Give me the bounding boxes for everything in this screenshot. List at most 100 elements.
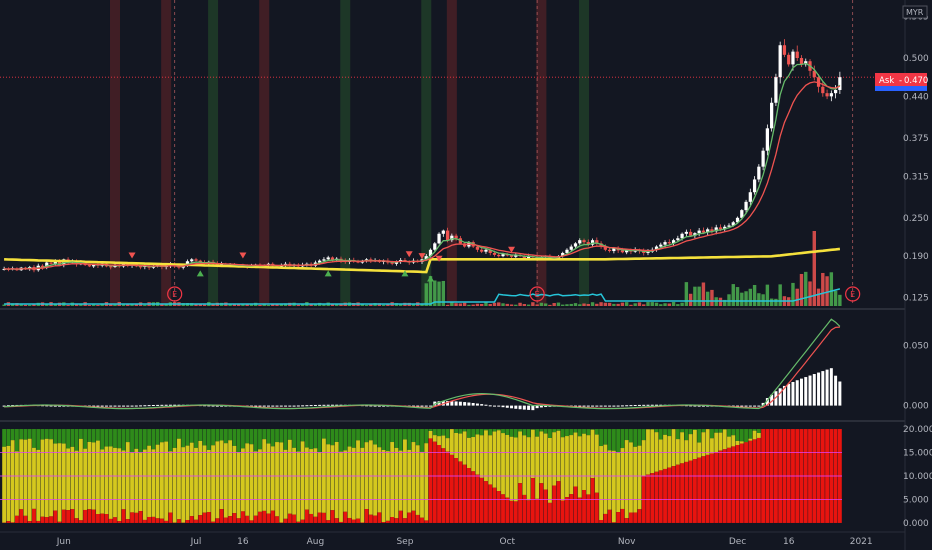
oscillator-bar-top — [513, 429, 518, 438]
oscillator-bar-mid — [394, 447, 399, 519]
oscillator-bar-low — [15, 515, 19, 523]
oscillator-bar-mid — [496, 430, 501, 492]
oscillator-bar-low — [752, 439, 757, 523]
volume-bar — [484, 302, 488, 306]
oscillator-bar-top — [155, 429, 160, 445]
macd-histogram-bar — [787, 383, 791, 406]
oscillator-bar-low — [611, 522, 616, 523]
oscillator-bar-low — [437, 445, 441, 523]
candle-body — [441, 230, 445, 234]
oscillator-bar-mid — [586, 435, 591, 495]
oscillator-bar-top — [710, 429, 714, 439]
volume-bar — [471, 304, 475, 306]
volume-bar — [599, 302, 603, 306]
oscillator-bar-top — [445, 429, 450, 439]
oscillator-bar-mid — [513, 437, 518, 502]
candle-body — [109, 266, 113, 268]
macd-histogram-bar — [305, 405, 309, 407]
oscillator-bar-mid — [266, 443, 271, 514]
macd-histogram-bar — [313, 404, 317, 406]
oscillator-bar-low — [44, 517, 49, 523]
oscillator-bar-low — [701, 456, 706, 523]
oscillator-bar-top — [620, 429, 625, 449]
oscillator-bar-mid — [240, 448, 245, 512]
macd-histogram-bar — [292, 405, 296, 407]
volume-bar — [381, 304, 386, 306]
volume-bar — [646, 302, 650, 306]
oscillator-bar-low — [552, 485, 557, 523]
candle-body — [480, 249, 484, 252]
macd-histogram-bar — [488, 405, 492, 407]
oscillator-bar-top — [262, 429, 267, 440]
price-axis-tick: 0.315 — [903, 172, 929, 182]
oscillator-bar-low — [415, 514, 420, 523]
oscillator-bar-mid — [113, 447, 117, 518]
oscillator-bar-top — [667, 429, 672, 437]
candle-body — [578, 240, 582, 244]
oscillator-bar-top — [420, 429, 424, 452]
volume-bar — [573, 303, 578, 306]
oscillator-bar-top — [2, 429, 7, 447]
oscillator-bar-low — [688, 460, 693, 523]
oscillator-bar-mid — [624, 440, 629, 519]
oscillator-bar-mid — [177, 438, 181, 520]
oscillator-axis-tick: 15.000 — [903, 449, 932, 459]
oscillator-bar-low — [283, 518, 288, 523]
time-axis[interactable]: Jun Jul 16 Aug Sep Oct Nov Dec 16 2021 — [56, 537, 873, 547]
oscillator-bar-mid — [488, 435, 493, 485]
oscillator-bar-top — [66, 429, 71, 449]
macd-histogram-bar — [471, 403, 475, 406]
volume-bar — [531, 302, 535, 306]
oscillator-bar-top — [44, 429, 49, 439]
oscillator-bar-mid — [202, 445, 207, 513]
oscillator-bar-mid — [245, 443, 250, 516]
macd-histogram-bar — [804, 377, 808, 406]
macd-histogram-bar — [778, 388, 782, 406]
oscillator-bar-mid — [658, 439, 663, 471]
oscillator-bar-low — [675, 464, 680, 523]
buy-signal-marker — [196, 270, 204, 277]
oscillator-bar-top — [479, 429, 484, 436]
oscillator-bar-top — [411, 429, 416, 443]
oscillator-bar-low — [739, 443, 744, 523]
oscillator-bar-low — [599, 519, 604, 523]
oscillator-bar-low — [411, 510, 416, 523]
oscillator-bar-mid — [151, 449, 156, 517]
oscillator-bar-mid — [15, 451, 19, 516]
oscillator-bar-low — [309, 513, 314, 523]
oscillator-bar-mid — [23, 439, 28, 516]
volume-bar — [676, 304, 680, 306]
macd-histogram-bar — [748, 405, 752, 407]
oscillator-bar-mid — [117, 448, 122, 522]
oscillator-bar-low — [300, 519, 305, 523]
oscillator-bar-mid — [104, 446, 109, 515]
oscillator-bar-mid — [633, 446, 638, 513]
oscillator-bar-low — [211, 521, 215, 523]
oscillator-bar-top — [177, 429, 181, 439]
time-axis-tick: Jul — [190, 537, 202, 547]
macd-signal-line — [4, 326, 840, 410]
volume-bar — [804, 271, 808, 306]
buy-signal-marker — [324, 270, 332, 277]
oscillator-bar-top — [543, 429, 548, 434]
oscillator-bar-mid — [722, 429, 727, 450]
candle-body — [752, 179, 757, 193]
oscillator-bar-mid — [262, 439, 267, 511]
oscillator-bar-mid — [565, 436, 569, 498]
oscillator-bar-low — [347, 517, 352, 523]
candle-body — [509, 255, 514, 257]
oscillator-bar-low — [130, 512, 134, 523]
oscillator-bar-low — [624, 518, 629, 523]
candle-body — [765, 128, 770, 151]
oscillator-bar-top — [215, 429, 220, 442]
macd-histogram-bar — [279, 405, 283, 407]
candle-body — [433, 243, 437, 250]
macd-histogram-bar — [130, 405, 134, 407]
volume-bar — [539, 302, 544, 306]
chart-canvas[interactable]: EEE 0.5650.5000.4400.3750.3150.2500.1900… — [0, 0, 932, 550]
oscillator-bar-top — [633, 429, 638, 447]
time-axis-tick: Sep — [396, 537, 413, 547]
macd-histogram-bar — [625, 405, 629, 407]
oscillator-bar-top — [556, 429, 561, 431]
oscillator-bar-low — [603, 513, 608, 523]
